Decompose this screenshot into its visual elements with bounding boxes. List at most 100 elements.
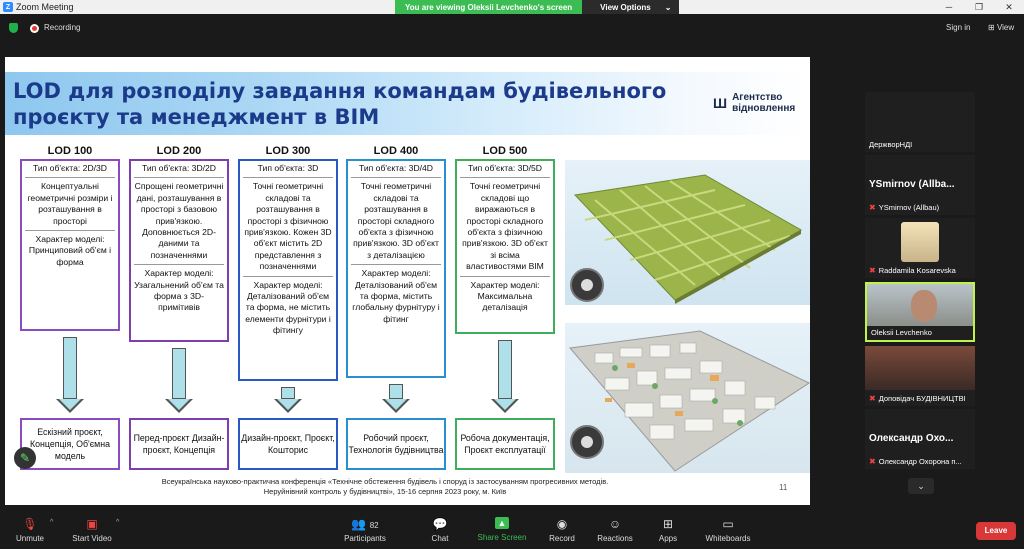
participant-name-label: ✖ Олександр Охорона п... — [869, 457, 973, 466]
lod-deliverable-box: Робоча документація, Проєкт експлуатації — [455, 418, 555, 470]
meeting-toolbar: 🎙 Unmute ^ ▣ Start Video ^ 👥 82 Particip… — [0, 511, 1024, 549]
participants-icon: 👥 82 — [351, 517, 379, 531]
footer-line2: Неруйнівний контроль у будівництві», 15-… — [263, 487, 507, 496]
participant-tile[interactable]: ✖ Raddamila Kosarevska — [865, 218, 975, 278]
share-screen-label: Share Screen — [477, 533, 527, 542]
lod-column-2: LOD 200 Тип об'єкта: 3D/2D Спрощені геомет… — [129, 145, 229, 342]
lod-model-character: Характер моделі: Узагальнений об'єм та ф… — [134, 268, 224, 313]
whiteboard-icon: ▭ — [722, 517, 734, 531]
participant-shared-thumbnail — [865, 346, 975, 390]
muted-mic-icon: 🎙 — [22, 517, 38, 531]
sign-in-link[interactable]: Sign in — [946, 23, 970, 32]
participants-count: 82 — [369, 521, 379, 530]
lod-column-5: LOD 500 Тип об'єкта: 3D/5D Точні геометрич… — [455, 145, 555, 334]
lod-object-type: Тип об'єкта: 2D/3D — [32, 163, 108, 173]
lod-object-type: Тип об'єкта: 3D/4D — [358, 163, 434, 173]
audio-options-caret-icon[interactable]: ^ — [50, 519, 53, 526]
participant-tile[interactable]: ✖ Доповідач БУДІВНИЦТВІ — [865, 346, 975, 406]
city-model-render — [569, 330, 810, 472]
lod-column-3: LOD 300 Тип об'єкта: 3D Точні геометричні … — [238, 145, 338, 381]
apps-grid-icon: ⊞ — [662, 517, 674, 531]
record-button[interactable]: ◉ Record — [547, 517, 577, 543]
participant-display-name: Олександр Охо... — [869, 433, 954, 444]
lod-heading: LOD 500 — [482, 145, 528, 157]
participant-avatar — [901, 222, 939, 262]
recording-icon — [30, 24, 39, 33]
participant-name: YSmirnov (Allbau) — [878, 203, 940, 212]
participant-tile[interactable]: Олександр Охо... ✖ Олександр Охорона п... — [865, 409, 975, 469]
start-video-button[interactable]: ▣ Start Video — [70, 517, 114, 543]
navigation-cube-icon[interactable] — [570, 268, 604, 302]
window-title: Zoom Meeting — [16, 2, 74, 12]
meeting-topbar: Recording Sign in ⊞ View — [0, 14, 1024, 42]
muted-mic-icon: ✖ — [869, 394, 876, 403]
trident-icon: Ш — [713, 95, 728, 111]
whiteboards-label: Whiteboards — [705, 534, 751, 543]
lod-model-character: Характер моделі: Деталізований об'єм та … — [245, 279, 331, 336]
chat-label: Chat — [431, 534, 449, 543]
bim-render-city-model — [565, 323, 810, 473]
agency-name: Агентство відновлення — [732, 92, 796, 114]
participants-label: Participants — [344, 534, 386, 543]
slide-title: LOD для розподілу завдання командам буді… — [13, 78, 703, 130]
slide-page-number: 11 — [779, 483, 788, 492]
view-button[interactable]: ⊞ View — [988, 23, 1014, 32]
view-options-button[interactable]: View Options ⌄ — [582, 0, 680, 14]
lod-model-character: Характер моделі: Максимальна деталізація — [470, 279, 540, 313]
lod-description-box: Тип об'єкта: 3D Точні геометричні складов… — [238, 159, 338, 381]
participant-name-label: ✖ Raddamila Kosarevska — [869, 266, 973, 275]
security-shield-icon[interactable] — [9, 23, 18, 33]
share-screen-button[interactable]: ▲ Share Screen — [476, 517, 528, 542]
lod-deliverable-box: Перед-проєкт Дизайн-проєкт, Концепція — [129, 418, 229, 470]
lod-deliverable-box: Дизайн-проєкт, Проєкт, Кошторис — [238, 418, 338, 470]
lod-description-box: Тип об'єкта: 2D/3D Концептуальні геометри… — [20, 159, 120, 331]
reactions-button[interactable]: ☺ Reactions — [596, 517, 634, 543]
apps-button[interactable]: ⊞ Apps — [656, 517, 680, 543]
muted-mic-icon: ✖ — [869, 457, 876, 466]
participant-tile[interactable]: Oleksii Levchenko — [865, 282, 975, 342]
participant-tile[interactable]: ДержворНДІ — [865, 92, 975, 152]
participant-name-label: ДержворНДІ — [869, 140, 973, 149]
participants-button[interactable]: 👥 82 Participants — [342, 517, 388, 543]
slide-footer: Всеукраїнська науково-практична конферен… — [60, 477, 710, 497]
whiteboards-button[interactable]: ▭ Whiteboards — [703, 517, 753, 543]
chat-button[interactable]: 💬 Chat — [426, 517, 454, 543]
maximize-icon[interactable]: ❐ — [964, 0, 994, 14]
unmute-button[interactable]: 🎙 Unmute — [12, 517, 48, 543]
scroll-down-chevron-icon[interactable]: ⌄ — [908, 478, 934, 494]
navigation-cube-icon-2[interactable] — [570, 425, 604, 459]
participant-video — [867, 284, 973, 326]
lod-object-type: Тип об'єкта: 3D — [257, 163, 319, 173]
lod-description-box: Тип об'єкта: 3D/2D Спрощені геометричні д… — [129, 159, 229, 342]
share-screen-icon: ▲ — [495, 517, 509, 529]
lod-description: Точні геометричні складові та розташуван… — [353, 181, 439, 260]
lod-description: Спрощені геометричні дані, розташування … — [134, 181, 224, 260]
chevron-down-icon: ⌄ — [664, 2, 672, 12]
lod-description: Концептуальні геометричні розміри і розт… — [27, 181, 113, 226]
view-options-label: View Options — [600, 2, 651, 12]
lod-object-type: Тип об'єкта: 3D/2D — [141, 163, 217, 173]
window-controls: ─ ❐ ✕ — [934, 0, 1024, 14]
viewing-text: You are viewing Oleksii Levchenko's scre… — [395, 0, 583, 14]
leave-button[interactable]: Leave — [976, 522, 1016, 540]
lod-column-1: LOD 100 Тип об'єкта: 2D/3D Концептуальні г… — [20, 145, 120, 331]
lod-description: Точні геометричні складові та розташуван… — [244, 181, 332, 272]
slide-title-line2: проєкту та менеджмент в BIM — [13, 105, 380, 129]
lod-deliverable-box: Робочий проєкт, Технологія будівництва — [346, 418, 446, 470]
muted-mic-icon: ✖ — [869, 266, 876, 275]
participant-name: ДержворНДІ — [869, 140, 913, 149]
bim-render-grid-plan — [565, 160, 810, 305]
video-options-caret-icon[interactable]: ^ — [116, 519, 119, 526]
start-video-label: Start Video — [72, 534, 112, 543]
footer-line1: Всеукраїнська науково-практична конферен… — [161, 477, 609, 486]
participant-name: Raddamila Kosarevska — [878, 266, 956, 275]
participant-name: Oleksii Levchenko — [871, 328, 932, 337]
annotate-pencil-icon[interactable]: ✎ — [14, 447, 36, 469]
minimize-icon[interactable]: ─ — [934, 0, 964, 14]
lod-heading: LOD 100 — [47, 145, 93, 157]
participant-tile[interactable]: YSmirnov (Allba... ✖ YSmirnov (Allbau) — [865, 155, 975, 215]
close-icon[interactable]: ✕ — [994, 0, 1024, 14]
agency-logo: Ш Агентство відновлення — [713, 92, 810, 114]
participant-name: Олександр Охорона п... — [878, 457, 962, 466]
recording-label: Recording — [44, 23, 81, 32]
